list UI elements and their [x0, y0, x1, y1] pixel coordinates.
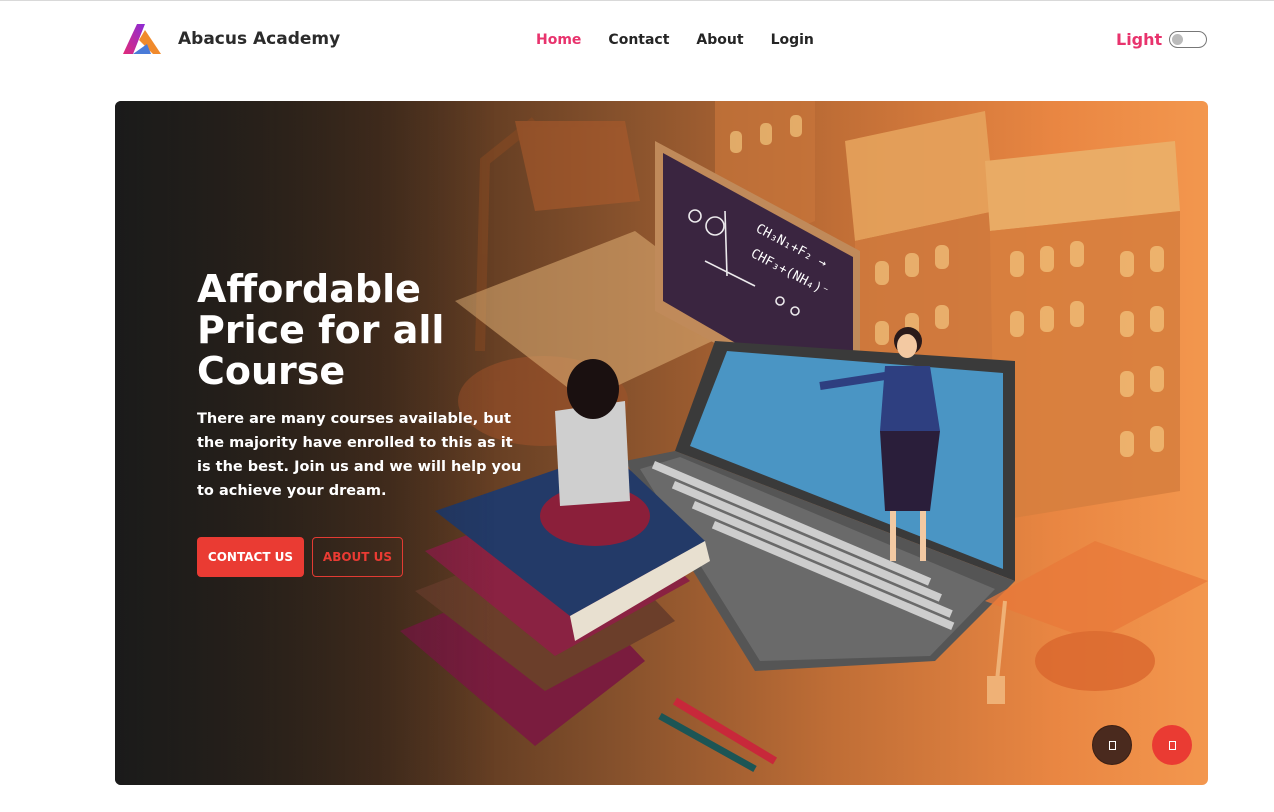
theme-switcher: Light [1116, 30, 1208, 49]
nav-about[interactable]: About [696, 32, 743, 48]
brand-name: Abacus Academy [178, 29, 341, 49]
main-nav: Home Contact About Login [536, 32, 841, 48]
theme-label: Light [1116, 30, 1163, 49]
contact-us-button[interactable]: CONTACT US [197, 537, 304, 577]
about-us-button[interactable]: ABOUT US [312, 537, 403, 577]
toggle-knob [1172, 33, 1184, 45]
hero-description: There are many courses available, but th… [197, 411, 522, 499]
chat-fab-button[interactable] [1092, 725, 1132, 765]
chat-icon [1108, 740, 1116, 750]
hero-banner: CH₃N₁+F₂ → CHF₃+(NH₄)⁻ Affordable Price … [115, 101, 1208, 785]
hero-title: Affordable Price for all Course [197, 267, 445, 393]
nav-contact[interactable]: Contact [608, 32, 669, 48]
arrow-up-icon [1168, 740, 1176, 750]
hero-buttons: CONTACT US ABOUT US [197, 537, 403, 577]
theme-toggle[interactable] [1169, 31, 1208, 48]
nav-home[interactable]: Home [536, 32, 581, 48]
abacus-logo-icon [123, 24, 161, 54]
hero-text: Affordable Price for all Course There ar… [197, 269, 537, 503]
graduation-cap-icon [985, 541, 1208, 704]
brand[interactable]: Abacus Academy [121, 20, 340, 58]
nav-login[interactable]: Login [771, 32, 814, 48]
scroll-top-fab-button[interactable] [1152, 725, 1192, 765]
laptop-icon [625, 341, 1015, 671]
